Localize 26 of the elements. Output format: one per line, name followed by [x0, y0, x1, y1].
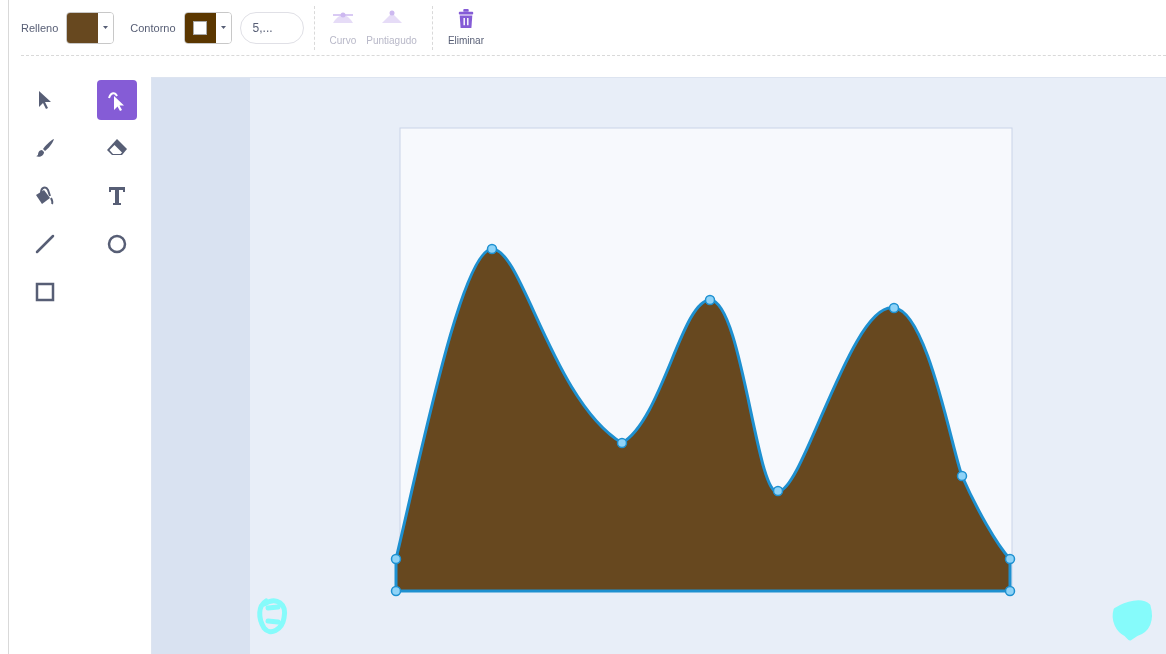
scribble-drawing [1112, 600, 1152, 641]
anchor-point[interactable] [956, 470, 968, 482]
color-picker[interactable] [183, 11, 232, 44]
rectangle-icon [33, 280, 57, 304]
anchor-point[interactable] [390, 553, 402, 565]
anchor-point[interactable] [888, 302, 900, 314]
caret-icon [103, 26, 109, 29]
swatch-label: Relleno [21, 21, 59, 34]
anchor-point[interactable] [616, 437, 628, 449]
anchor-point[interactable] [390, 585, 402, 597]
scribble-drawing [257, 598, 287, 635]
line-icon [33, 232, 57, 256]
anchor-point[interactable] [704, 294, 716, 306]
anchor-point[interactable] [1004, 553, 1016, 565]
color-picker[interactable] [66, 11, 115, 44]
anchor-point[interactable] [486, 243, 498, 255]
anchor-point[interactable] [772, 485, 784, 497]
anchor-point[interactable] [1004, 585, 1016, 597]
tool-button[interactable] [97, 80, 137, 120]
mountain-shape[interactable] [394, 247, 1012, 593]
swatch-label: Contorno [130, 21, 176, 34]
trash-icon [456, 9, 475, 29]
caret-icon [220, 26, 226, 29]
stroke-width-field[interactable]: 5,... [239, 11, 304, 44]
delete-button[interactable]: Eliminar [442, 9, 489, 46]
circle-icon [105, 232, 129, 256]
